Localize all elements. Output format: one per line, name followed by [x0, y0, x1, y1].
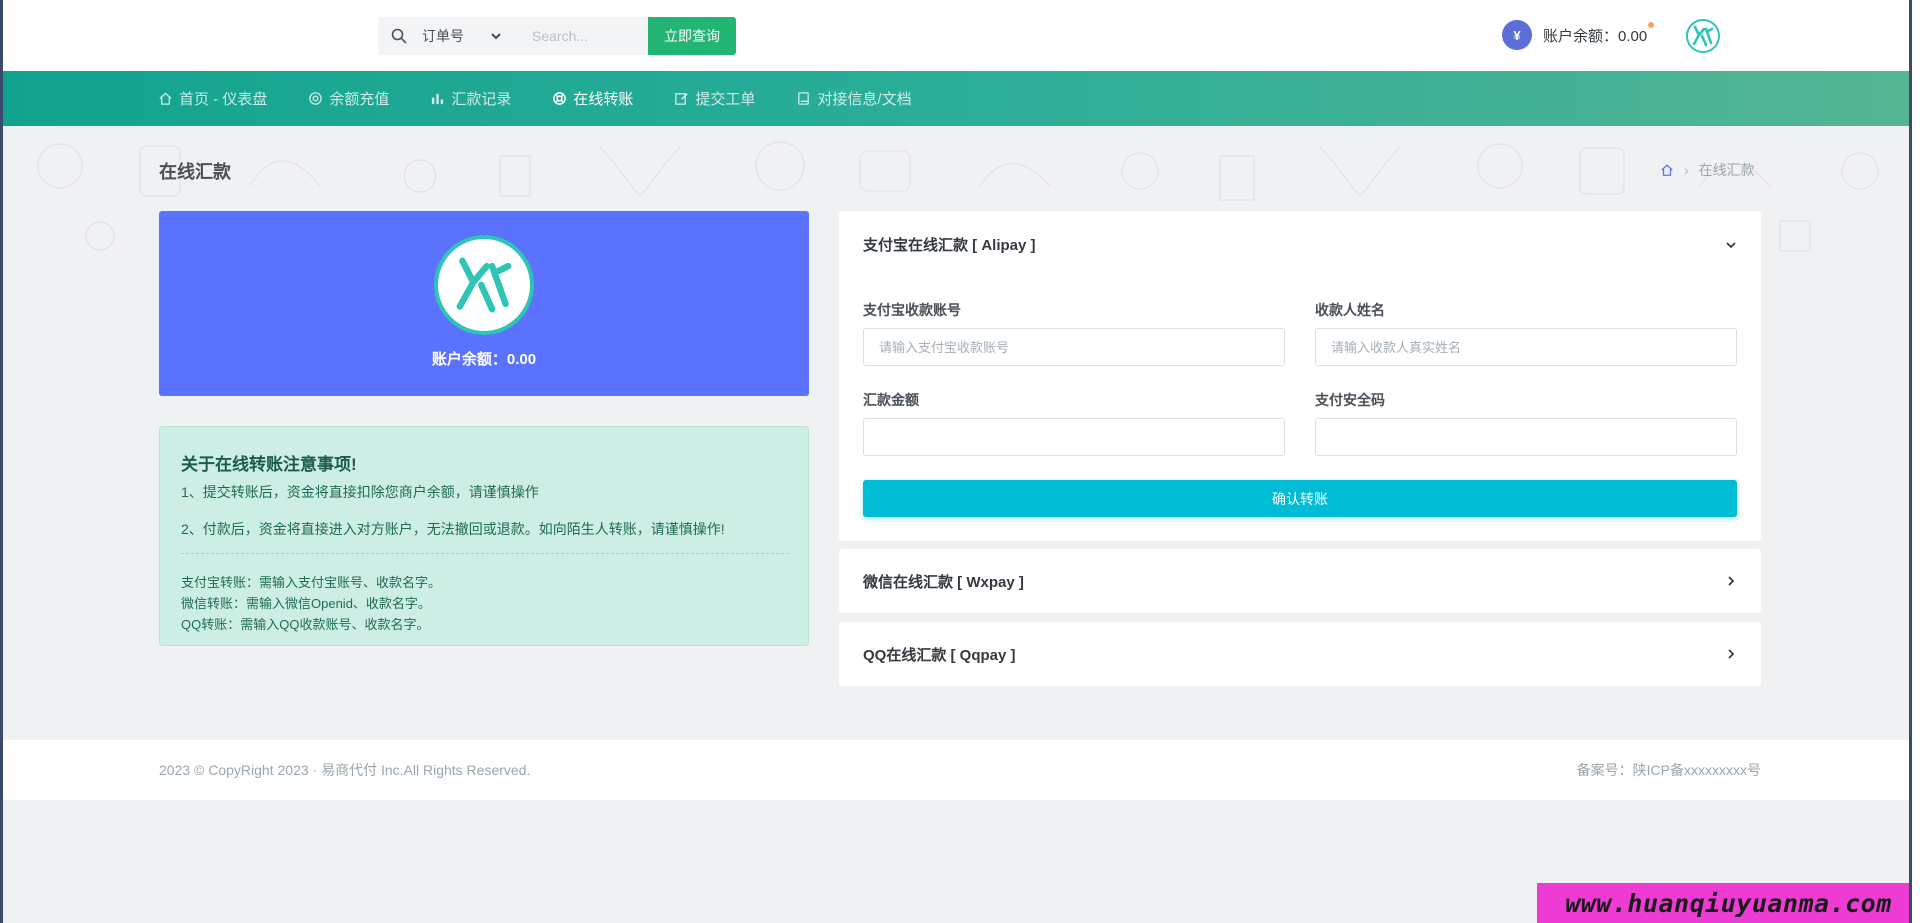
nav-item-ticket[interactable]: 提交工单	[674, 88, 755, 109]
notice-line: 2、付款后，资金将直接进入对方账户，无法撤回或退款。如向陌生人转账，请谨慎操作!	[181, 521, 725, 537]
home-icon[interactable]	[1660, 163, 1674, 177]
home-icon	[159, 92, 172, 105]
fox-logo-icon	[456, 257, 512, 313]
window-frame-right	[1909, 0, 1912, 923]
qqpay-panel-header[interactable]: QQ在线汇款 [ Qqpay ]	[863, 644, 1016, 665]
window-frame-right-bg	[1912, 0, 1920, 923]
confirm-transfer-button[interactable]: 确认转账	[863, 480, 1737, 517]
chevron-down-icon[interactable]	[1725, 239, 1737, 251]
footer: 2023 © CopyRight 2023 · 易商代付 Inc.All Rig…	[0, 740, 1920, 800]
breadcrumb-separator: ›	[1684, 162, 1689, 178]
user-avatar[interactable]	[1686, 19, 1720, 53]
breadcrumb-current: 在线汇款	[1698, 162, 1755, 178]
header-balance-label: 账户余额：0.00	[1543, 21, 1655, 46]
chevron-right-icon[interactable]	[1725, 648, 1737, 660]
notice-title: 关于在线转账注意事项!	[181, 455, 357, 474]
footer-copyright: 2023 © CopyRight 2023 · 易商代付 Inc.All Rig…	[159, 762, 531, 778]
alipay-panel: 支付宝在线汇款 [ Alipay ] 支付宝收款账号 收款人姓名 汇款金额 支付…	[839, 211, 1761, 541]
profile-balance: 账户余额：0.00	[431, 351, 537, 368]
watermark-text: www.huanqiuyuanma.com	[1565, 888, 1892, 918]
recipient-name-label: 收款人姓名	[1315, 302, 1385, 318]
yen-icon: ¥	[1502, 20, 1532, 50]
notification-dot	[1648, 21, 1655, 28]
nav-item-recharge[interactable]: 余额充值	[308, 88, 389, 109]
wxpay-panel-header[interactable]: 微信在线汇款 [ Wxpay ]	[863, 571, 1024, 592]
chevron-down-icon	[491, 33, 501, 40]
search-group: 订单号 立即查询	[378, 17, 736, 55]
qqpay-panel[interactable]: QQ在线汇款 [ Qqpay ]	[839, 622, 1761, 686]
security-code-label: 支付安全码	[1315, 392, 1385, 408]
search-input[interactable]	[532, 28, 632, 44]
search-type-value: 订单号	[422, 28, 464, 44]
top-header: 订单号 立即查询 ¥ 账户余额：0.00	[0, 0, 1920, 71]
notice-detail: 微信转账：需输入微信Openid、收款名字。	[181, 596, 431, 611]
nav-item-dashboard[interactable]: 首页 - 仪表盘	[158, 88, 267, 109]
nav-item-docs[interactable]: 对接信息/文档	[796, 88, 912, 109]
recipient-name-input[interactable]	[1315, 328, 1737, 366]
search-type-select[interactable]: 订单号	[422, 26, 502, 46]
search-box: 订单号	[378, 17, 648, 55]
breadcrumb: › 在线汇款	[1660, 160, 1755, 180]
fox-logo-icon	[1692, 25, 1714, 47]
amount-label: 汇款金额	[863, 392, 919, 408]
coin-icon	[309, 92, 323, 105]
notice-divider	[181, 553, 789, 554]
profile-card: 账户余额：0.00	[159, 211, 809, 396]
nav-item-transfer[interactable]: 在线转账	[552, 88, 633, 109]
main-navbar: 首页 - 仪表盘 余额充值 汇款记录 在线转账 提交工单 对接信息/文档	[0, 71, 1920, 126]
book-icon	[798, 92, 810, 105]
search-submit-button[interactable]: 立即查询	[648, 17, 736, 55]
window-frame-left	[0, 0, 3, 923]
bar-chart-icon	[432, 93, 444, 105]
notice-detail: 支付宝转账：需输入支付宝账号、收款名字。	[181, 575, 442, 590]
header-balance[interactable]: ¥ 账户余额：0.00	[1502, 20, 1655, 50]
nav-items: 首页 - 仪表盘 余额充值 汇款记录 在线转账 提交工单 对接信息/文档	[158, 71, 953, 126]
alipay-account-label: 支付宝收款账号	[863, 302, 961, 318]
alipay-account-input[interactable]	[863, 328, 1285, 366]
transfer-notice: 关于在线转账注意事项! 1、提交转账后，资金将直接扣除您商户余额，请谨慎操作 2…	[159, 426, 809, 646]
notice-detail: QQ转账：需输入QQ收款账号、收款名字。	[181, 617, 430, 632]
edit-icon	[675, 93, 689, 105]
page-title: 在线汇款	[159, 162, 231, 182]
wxpay-panel[interactable]: 微信在线汇款 [ Wxpay ]	[839, 549, 1761, 613]
footer-icp[interactable]: 备案号：陕ICP备xxxxxxxxx号	[1577, 760, 1761, 780]
notice-line: 1、提交转账后，资金将直接扣除您商户余额，请谨慎操作	[181, 484, 539, 500]
nav-item-records[interactable]: 汇款记录	[430, 88, 511, 109]
lifebuoy-icon	[553, 92, 567, 105]
alipay-panel-header[interactable]: 支付宝在线汇款 [ Alipay ]	[863, 234, 1036, 255]
watermark-banner: www.huanqiuyuanma.com	[1537, 883, 1920, 923]
amount-input[interactable]	[863, 418, 1285, 456]
chevron-right-icon[interactable]	[1725, 575, 1737, 587]
profile-avatar	[434, 235, 534, 335]
security-code-input[interactable]	[1315, 418, 1737, 456]
search-icon	[390, 27, 408, 45]
